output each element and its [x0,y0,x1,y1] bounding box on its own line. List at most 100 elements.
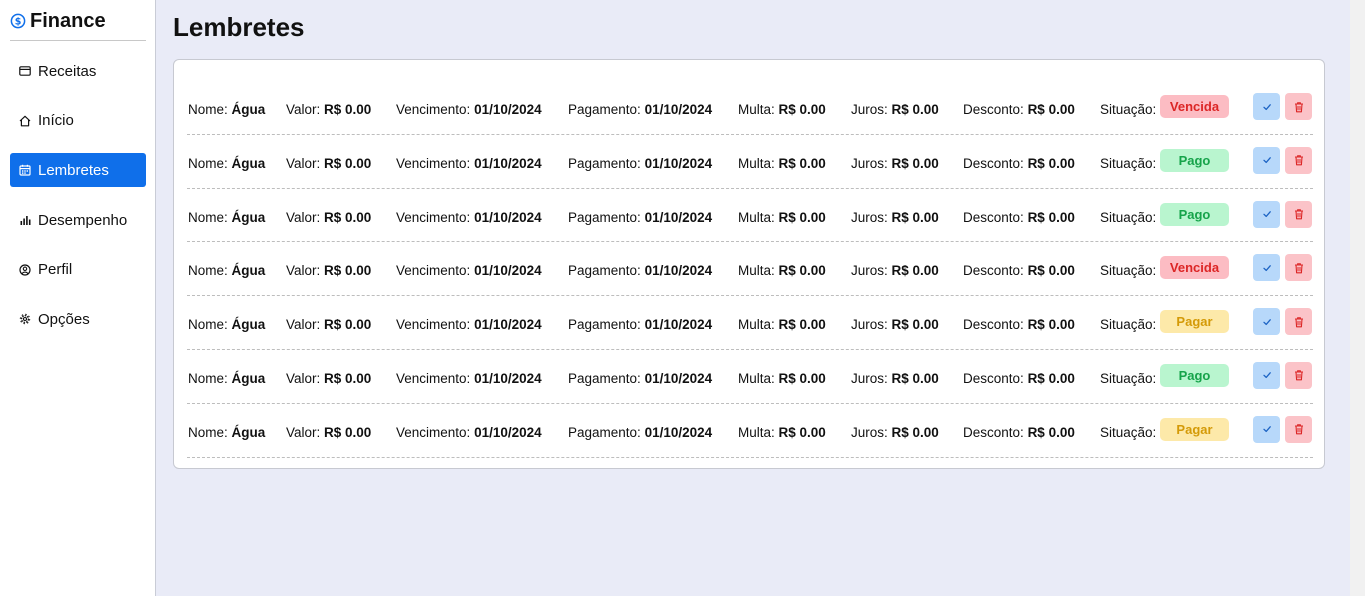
home-icon [19,115,31,127]
label-valor: Valor: [286,209,321,225]
label-multa: Multa: [738,209,775,225]
trash-icon [1294,263,1303,274]
value-valor: R$ 0.00 [324,317,372,333]
field-desconto: Desconto: R$ 0.00 [963,263,1075,278]
value-vencimento: 01/10/2024 [474,209,542,225]
value-juros: R$ 0.00 [891,209,939,225]
confirm-payment-button[interactable] [1253,93,1280,120]
value-desconto: R$ 0.00 [1027,263,1075,279]
field-desconto: Desconto: R$ 0.00 [963,371,1075,386]
delete-reminder-button[interactable] [1285,361,1312,389]
sidebar-item-opcoes[interactable]: Opções [10,302,146,336]
confirm-payment-button[interactable] [1253,415,1280,443]
value-vencimento: 01/10/2024 [474,155,542,171]
value-multa: R$ 0.00 [778,263,826,279]
brand[interactable]: $ Finance [10,8,146,41]
label-valor: Valor: [286,102,321,117]
field-juros: Juros: R$ 0.00 [851,210,939,225]
value-pagamento: 01/10/2024 [644,424,713,440]
value-valor: R$ 0.00 [324,263,372,279]
reminder-row: Nome: Água Valor: R$ 0.00 Vencimento: 01… [187,135,1313,189]
label-vencimento: Vencimento: [396,263,471,279]
main-content: Lembretes Nome: Água Valor: R$ 0.00 Venc… [156,0,1350,596]
label-pagamento: Pagamento: [568,317,641,333]
field-nome: Nome: Água [188,210,265,225]
field-valor: Valor: R$ 0.00 [286,263,371,278]
value-multa: R$ 0.00 [778,155,826,171]
field-nome: Nome: Água [188,156,265,171]
confirm-payment-button[interactable] [1253,308,1280,336]
value-juros: R$ 0.00 [891,424,939,440]
sidebar-item-receitas[interactable]: Receitas [10,54,146,88]
value-pagamento: 01/10/2024 [644,209,713,225]
label-desconto: Desconto: [963,209,1024,225]
label-juros: Juros: [851,424,888,440]
confirm-payment-button[interactable] [1253,254,1280,282]
sidebar-item-label: Receitas [38,62,97,80]
check-icon [1262,211,1271,218]
delete-reminder-button[interactable] [1285,200,1312,228]
value-juros: R$ 0.00 [891,102,939,117]
confirm-payment-button[interactable] [1253,361,1280,389]
trash-icon [1294,101,1303,112]
value-vencimento: 01/10/2024 [474,102,542,117]
label-situacao: Situação: [1100,155,1157,171]
scrollbar[interactable] [1350,0,1365,596]
confirm-payment-button[interactable] [1253,200,1280,228]
delete-reminder-button[interactable] [1285,308,1312,336]
field-pagamento: Pagamento: 01/10/2024 [568,210,712,225]
label-juros: Juros: [851,370,888,386]
label-situacao: Situação: [1100,424,1157,440]
field-nome: Nome: Água [188,317,265,332]
value-valor: R$ 0.00 [324,155,372,171]
label-nome: Nome: [188,317,228,333]
field-valor: Valor: R$ 0.00 [286,425,371,440]
label-vencimento: Vencimento: [396,317,471,333]
field-juros: Juros: R$ 0.00 [851,371,939,386]
field-multa: Multa: R$ 0.00 [738,102,826,117]
field-vencimento: Vencimento: 01/10/2024 [396,210,542,225]
field-vencimento: Vencimento: 01/10/2024 [396,156,542,171]
status-badge: Pago [1160,363,1229,387]
sidebar-item-perfil[interactable]: Perfil [10,253,146,287]
sidebar-item-inicio[interactable]: Início [10,104,146,138]
sidebar-nav: Receitas Início Lembretes Desempenho Per… [10,54,146,352]
label-valor: Valor: [286,317,321,333]
confirm-payment-button[interactable] [1253,146,1280,174]
trash-icon [1294,424,1303,435]
label-nome: Nome: [188,263,228,279]
label-pagamento: Pagamento: [568,263,641,279]
value-valor: R$ 0.00 [324,424,372,440]
field-vencimento: Vencimento: 01/10/2024 [396,425,542,440]
status-badge: Pagar [1160,417,1229,441]
delete-reminder-button[interactable] [1285,254,1312,282]
svg-text:$: $ [15,16,22,27]
sidebar: $ Finance Receitas Início Lembretes Dese… [0,0,156,596]
reminder-row: Nome: Água Valor: R$ 0.00 Vencimento: 01… [187,189,1313,243]
sidebar-item-lembretes[interactable]: Lembretes [10,153,146,188]
value-pagamento: 01/10/2024 [644,317,713,333]
field-pagamento: Pagamento: 01/10/2024 [568,156,712,171]
label-multa: Multa: [738,263,775,279]
label-vencimento: Vencimento: [396,209,471,225]
value-desconto: R$ 0.00 [1027,317,1075,333]
delete-reminder-button[interactable] [1285,146,1312,174]
value-nome: Água [231,155,266,171]
delete-reminder-button[interactable] [1285,415,1312,443]
delete-reminder-button[interactable] [1285,93,1312,120]
field-desconto: Desconto: R$ 0.00 [963,102,1075,117]
value-vencimento: 01/10/2024 [474,317,542,333]
field-valor: Valor: R$ 0.00 [286,210,371,225]
field-pagamento: Pagamento: 01/10/2024 [568,425,712,440]
field-desconto: Desconto: R$ 0.00 [963,425,1075,440]
field-multa: Multa: R$ 0.00 [738,263,826,278]
value-nome: Água [231,317,266,333]
field-juros: Juros: R$ 0.00 [851,317,939,332]
value-nome: Água [231,370,266,386]
sidebar-item-desempenho[interactable]: Desempenho [10,203,146,237]
value-multa: R$ 0.00 [778,209,826,225]
field-multa: Multa: R$ 0.00 [738,425,826,440]
value-pagamento: 01/10/2024 [644,155,713,171]
label-pagamento: Pagamento: [568,209,641,225]
reminders-card: Nome: Água Valor: R$ 0.00 Vencimento: 01… [173,59,1325,469]
